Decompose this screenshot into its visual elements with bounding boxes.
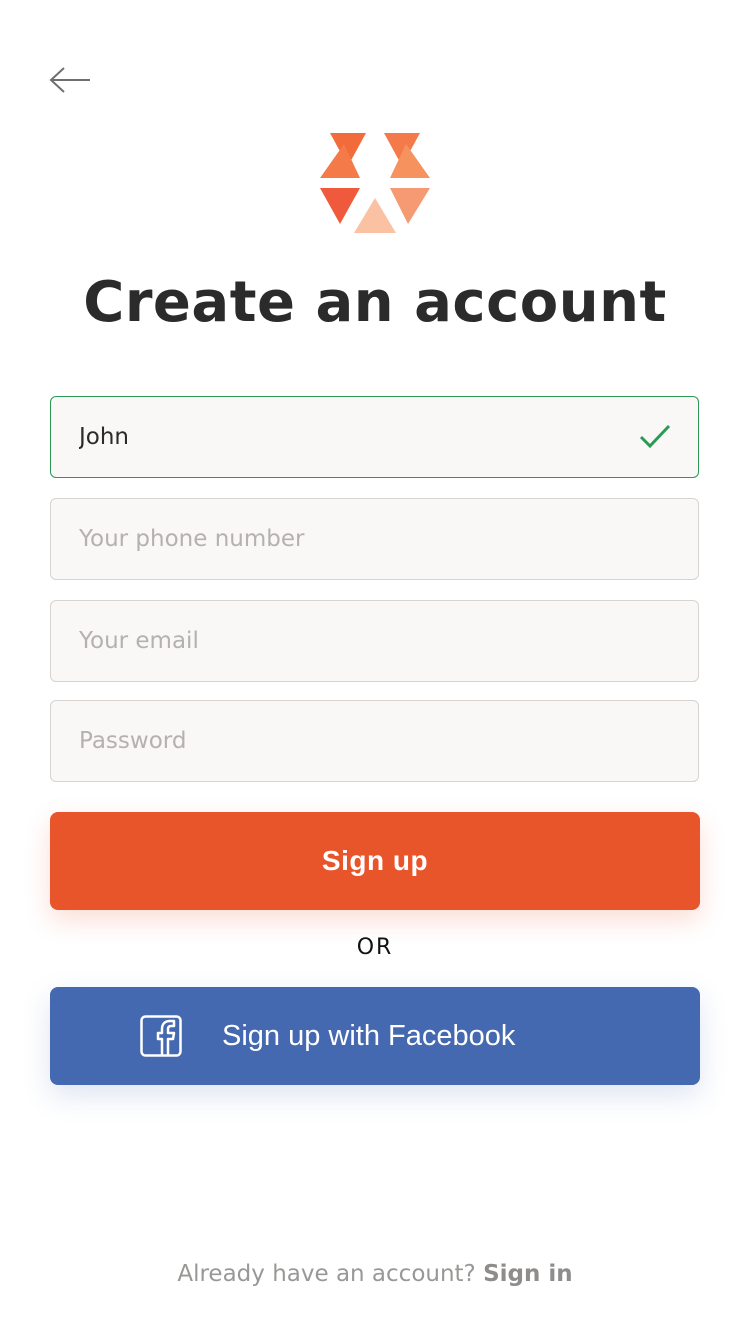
password-input[interactable] — [79, 701, 639, 781]
password-field[interactable] — [50, 700, 699, 782]
sign-in-link[interactable]: Sign in — [483, 1261, 573, 1287]
email-input[interactable] — [79, 601, 639, 681]
logo-icon — [320, 133, 430, 233]
facebook-signup-label: Sign up with Facebook — [222, 1020, 516, 1052]
facebook-icon — [140, 1015, 182, 1057]
signin-prompt-text: Already have an account? — [177, 1261, 476, 1287]
check-icon — [639, 424, 671, 449]
email-field[interactable] — [50, 600, 699, 682]
phone-input[interactable] — [79, 499, 639, 579]
phone-field[interactable] — [50, 498, 699, 580]
facebook-signup-button[interactable]: Sign up with Facebook — [50, 987, 700, 1085]
or-divider: OR — [356, 935, 394, 960]
sign-up-button[interactable]: Sign up — [50, 812, 700, 910]
signin-prompt: Already have an account? Sign in — [0, 1261, 750, 1287]
name-field[interactable] — [50, 396, 699, 478]
name-input[interactable] — [79, 397, 639, 477]
sign-up-label: Sign up — [321, 845, 429, 876]
page-title: Create an account — [83, 270, 667, 335]
back-arrow-icon[interactable] — [48, 64, 92, 96]
